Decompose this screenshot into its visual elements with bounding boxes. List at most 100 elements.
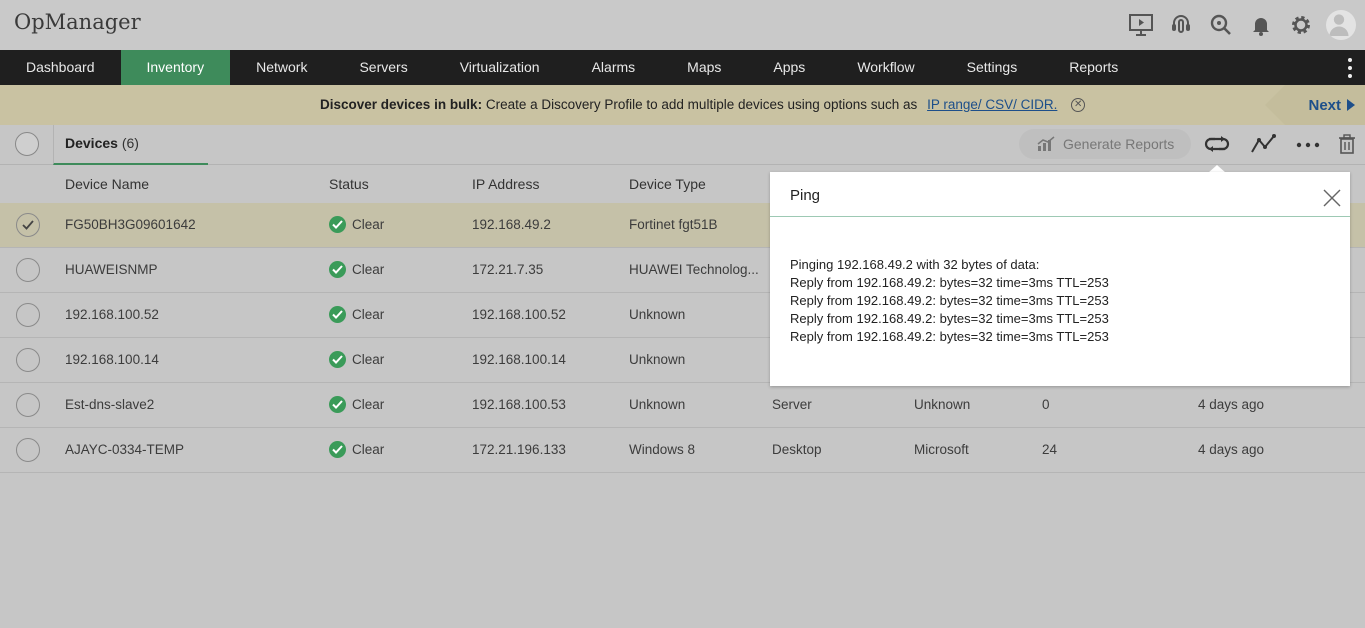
row-checkbox[interactable] — [16, 393, 40, 417]
nav-servers[interactable]: Servers — [333, 50, 433, 85]
device-added: 4 days ago — [1198, 397, 1265, 412]
device-vendor: Unknown — [914, 397, 971, 412]
device-name[interactable]: AJAYC-0334-TEMP — [65, 442, 184, 457]
search-icon[interactable] — [1205, 9, 1237, 41]
select-all-checkbox[interactable] — [15, 132, 39, 156]
nav-dashboard[interactable]: Dashboard — [0, 50, 121, 85]
banner-next-button[interactable]: Next — [1265, 85, 1365, 125]
column-status[interactable]: Status — [329, 176, 369, 192]
generate-reports-icon — [1037, 136, 1055, 151]
trash-icon[interactable] — [1333, 132, 1361, 156]
device-ip: 192.168.49.2 — [472, 217, 551, 232]
nav-reports[interactable]: Reports — [1043, 50, 1144, 85]
ping-line: Reply from 192.168.49.2: bytes=32 time=3… — [790, 293, 1109, 308]
graph-icon[interactable] — [1250, 132, 1278, 156]
more-icon[interactable] — [1294, 132, 1322, 156]
device-interfaces: 0 — [1042, 397, 1050, 412]
nav-settings[interactable]: Settings — [941, 50, 1044, 85]
check-circle-icon — [329, 396, 346, 413]
status-label: Clear — [352, 307, 385, 323]
device-name[interactable]: 192.168.100.14 — [65, 352, 159, 367]
nav-apps[interactable]: Apps — [747, 50, 831, 85]
banner-text: Create a Discovery Profile to add multip… — [485, 97, 918, 112]
device-status: Clear — [329, 396, 384, 414]
close-icon[interactable] — [1322, 188, 1342, 208]
sync-icon[interactable] — [1203, 132, 1231, 156]
ping-line: Reply from 192.168.49.2: bytes=32 time=3… — [790, 311, 1109, 326]
row-checkbox[interactable] — [16, 258, 40, 282]
device-added: 4 days ago — [1198, 442, 1265, 457]
device-name[interactable]: FG50BH3G09601642 — [65, 217, 196, 232]
ping-popup: Ping Pinging 192.168.49.2 with 32 bytes … — [770, 172, 1350, 386]
app-logo[interactable]: OpManager — [14, 10, 141, 34]
row-checkbox[interactable] — [16, 348, 40, 372]
check-circle-icon — [329, 306, 346, 323]
device-ip: 172.21.196.133 — [472, 442, 566, 457]
device-vendor: Microsoft — [914, 442, 969, 457]
generate-reports-button[interactable]: Generate Reports — [1019, 129, 1191, 159]
nav-alarms[interactable]: Alarms — [566, 50, 662, 85]
nav-inventory[interactable]: Inventory — [120, 50, 231, 85]
check-circle-icon — [329, 261, 346, 278]
banner-close-icon[interactable]: ✕ — [1071, 98, 1086, 113]
play-arrow-icon — [1347, 99, 1355, 111]
table-row[interactable]: Est-dns-slave2 Clear 192.168.100.53 Unkn… — [0, 383, 1365, 428]
ping-line: Reply from 192.168.49.2: bytes=32 time=3… — [790, 329, 1109, 344]
device-status: Clear — [329, 306, 385, 324]
device-status: Clear — [329, 216, 385, 234]
device-status: Clear — [329, 261, 384, 279]
row-checkbox[interactable] — [16, 303, 40, 327]
tab-devices-label: Devices — [65, 135, 118, 151]
column-device-name[interactable]: Device Name — [65, 176, 149, 192]
row-checkbox[interactable] — [16, 438, 40, 462]
nav-maps[interactable]: Maps — [661, 50, 747, 85]
nav-virtualization[interactable]: Virtualization — [434, 50, 566, 85]
device-name[interactable]: 192.168.100.52 — [65, 307, 159, 322]
device-status: Clear — [329, 441, 384, 459]
generate-reports-label: Generate Reports — [1063, 136, 1175, 152]
device-status: Clear — [329, 351, 385, 369]
nav-network[interactable]: Network — [230, 50, 333, 85]
top-bar: OpManager — [0, 0, 1365, 50]
device-ip: 172.21.7.35 — [472, 262, 544, 277]
ping-header: Ping — [770, 172, 1350, 217]
discovery-banner: Discover devices in bulk: Create a Disco… — [0, 85, 1365, 125]
ping-line: Reply from 192.168.49.2: bytes=32 time=3… — [790, 275, 1109, 290]
device-ip: 192.168.100.52 — [472, 307, 566, 322]
device-name[interactable]: HUAWEISNMP — [65, 262, 158, 277]
device-interfaces: 24 — [1042, 442, 1058, 457]
top-icons — [1117, 9, 1357, 41]
ping-line: Pinging 192.168.49.2 with 32 bytes of da… — [790, 257, 1040, 272]
nav-workflow[interactable]: Workflow — [831, 50, 940, 85]
devices-toolbar: Devices (6) Generate Reports — [0, 125, 1365, 165]
table-row[interactable]: AJAYC-0334-TEMP Clear 172.21.196.133 Win… — [0, 428, 1365, 473]
presentation-icon[interactable] — [1125, 9, 1157, 41]
status-label: Clear — [352, 352, 385, 368]
device-name[interactable]: Est-dns-slave2 — [65, 397, 154, 412]
device-type: Fortinet fgt51B — [629, 217, 718, 232]
main-nav: Dashboard Inventory Network Servers Virt… — [0, 50, 1365, 85]
nav-more-icon[interactable] — [1347, 58, 1353, 78]
gear-icon[interactable] — [1285, 9, 1317, 41]
tab-devices[interactable]: Devices (6) — [53, 125, 208, 165]
check-circle-icon — [329, 441, 346, 458]
status-label: Clear — [352, 217, 385, 233]
check-circle-icon — [329, 351, 346, 368]
ping-title: Ping — [790, 187, 821, 204]
column-device-type[interactable]: Device Type — [629, 176, 706, 192]
user-avatar[interactable] — [1325, 9, 1357, 41]
tab-devices-count: (6) — [121, 135, 139, 151]
device-ip: 192.168.100.14 — [472, 352, 566, 367]
column-ip-address[interactable]: IP Address — [472, 176, 539, 192]
banner-next-label: Next — [1308, 96, 1341, 114]
check-circle-icon — [329, 216, 346, 233]
device-type: Unknown — [629, 352, 686, 367]
ping-output: Pinging 192.168.49.2 with 32 bytes of da… — [770, 217, 1350, 346]
banner-message: Discover devices in bulk: Create a Disco… — [320, 97, 1086, 113]
banner-link[interactable]: IP range/ CSV/ CIDR. — [927, 97, 1057, 112]
device-ip: 192.168.100.53 — [472, 397, 566, 412]
device-type: Windows 8 — [629, 442, 696, 457]
row-checkbox[interactable] — [16, 213, 40, 237]
support-headset-icon[interactable] — [1165, 9, 1197, 41]
bell-icon[interactable] — [1245, 9, 1277, 41]
